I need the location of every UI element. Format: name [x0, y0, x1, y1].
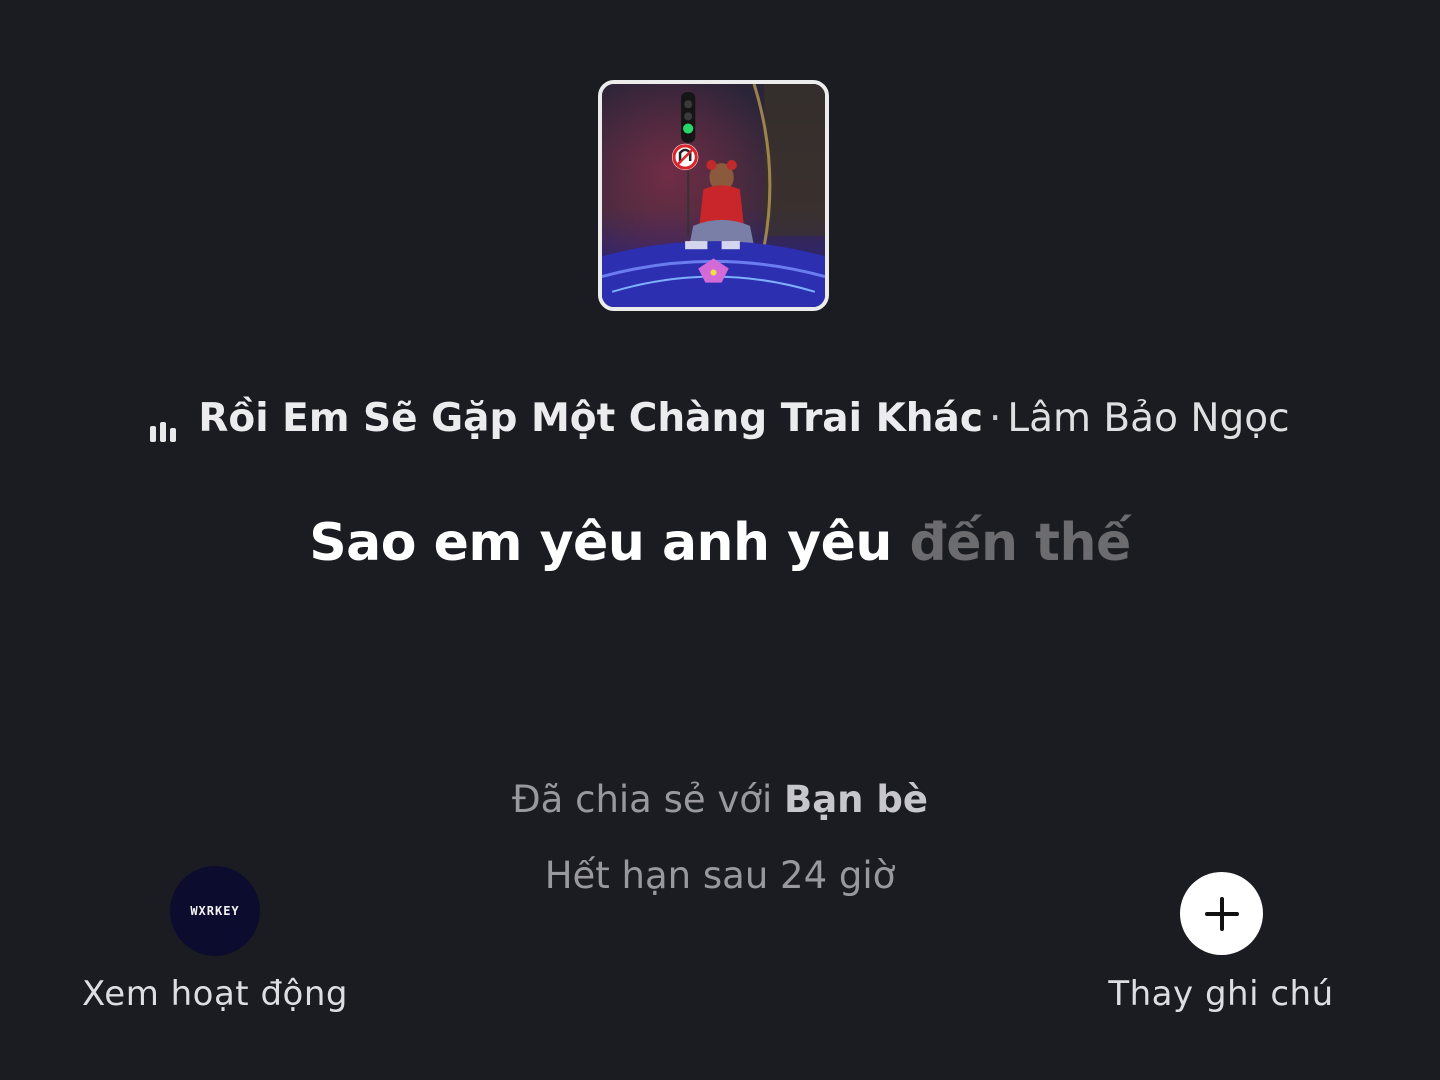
song-artist: Lâm Bảo Ngọc — [1007, 396, 1290, 441]
view-activity-button-label[interactable]: Xem hoạt động — [60, 974, 370, 1014]
shared-with-prefix: Đã chia sẻ với — [512, 778, 773, 821]
shared-with-text: Đã chia sẻ với Bạn bè — [0, 778, 1440, 821]
avatar-logo-text: WXRKEY — [190, 904, 240, 918]
change-note-button-label[interactable]: Thay ghi chú — [1080, 974, 1362, 1014]
avatar[interactable]: WXRKEY — [170, 866, 260, 956]
lyric-unsung-text: đến thế — [909, 513, 1131, 573]
shared-audience: Bạn bè — [784, 778, 928, 821]
lyric-sung-text: Sao em yêu anh yêu — [309, 513, 892, 573]
change-note-button[interactable] — [1180, 872, 1263, 955]
note-detail-screen: Rồi Em Sẽ Gặp Một Chàng Trai Khác · Lâm Bả… — [0, 0, 1440, 1080]
song-title: Rồi Em Sẽ Gặp Một Chàng Trai Khác — [198, 396, 983, 441]
album-cover — [598, 80, 829, 311]
song-separator: · — [989, 396, 1002, 441]
album-artwork — [602, 84, 825, 307]
plus-icon — [1204, 896, 1239, 931]
lyric-line: Sao em yêu anh yêu đến thế — [0, 508, 1440, 578]
now-playing-song[interactable]: Rồi Em Sẽ Gặp Một Chàng Trai Khác · Lâm Bả… — [0, 392, 1440, 448]
equalizer-bars-icon — [150, 388, 180, 442]
